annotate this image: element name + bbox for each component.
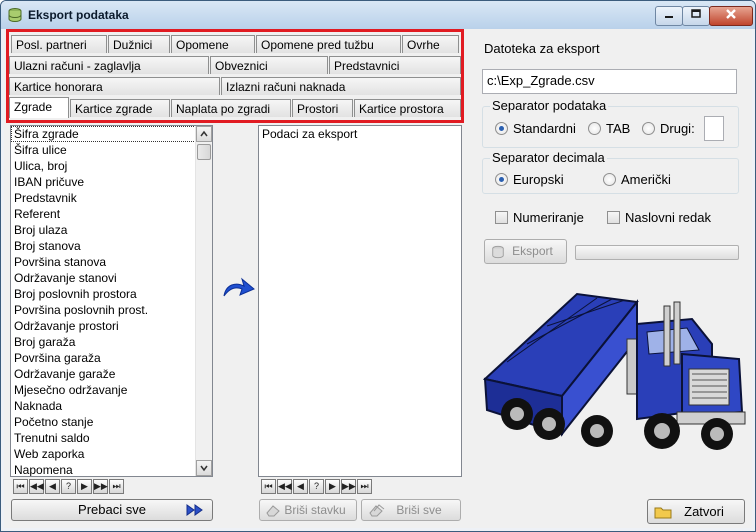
folder-icon xyxy=(654,507,672,519)
field-list-item[interactable]: Naknada xyxy=(11,398,212,414)
fields-items: Šifra zgrade Šifra ulice Ulica, broj IBAN p… xyxy=(11,126,212,476)
truck-illustration xyxy=(482,292,746,450)
export-file-label: Datoteka za eksport xyxy=(484,41,600,56)
nav-next-button[interactable]: ▶ xyxy=(325,479,340,494)
field-list-item[interactable]: Površina poslovnih prost. xyxy=(11,302,212,318)
radio-europski[interactable] xyxy=(495,173,508,186)
move-all-button[interactable]: Prebaci sve xyxy=(11,499,213,521)
field-list-item[interactable]: Šifra ulice xyxy=(11,142,212,158)
radio-americki-label: Američki xyxy=(621,172,671,187)
maximize-icon xyxy=(691,9,701,18)
decimal-separator-label: Separator decimala xyxy=(490,150,607,165)
scroll-up-button[interactable] xyxy=(196,126,212,142)
field-list-item[interactable]: Mjesečno održavanje xyxy=(11,382,212,398)
fields-navigator: ⏮ ◀◀ ◀? ▶ ▶▶ ⏭ xyxy=(13,479,125,497)
eraser-icon xyxy=(266,505,280,517)
field-list-item[interactable]: Broj stanova xyxy=(11,238,212,254)
header-row-label: Naslovni redak xyxy=(625,210,711,225)
field-list-item[interactable]: Površina garaža xyxy=(11,350,212,366)
delete-item-label: Briši stavku xyxy=(284,503,346,517)
radio-standardni[interactable] xyxy=(495,122,508,135)
close-window-button[interactable] xyxy=(709,6,753,26)
field-list-item[interactable]: Trenutni saldo xyxy=(11,430,212,446)
field-list-item[interactable]: Broj poslovnih prostora xyxy=(11,286,212,302)
scroll-down-button[interactable] xyxy=(196,460,212,476)
field-list-item[interactable]: Početno stanje xyxy=(11,414,212,430)
close-button[interactable]: Zatvori xyxy=(647,499,745,524)
delete-all-button[interactable]: Briši sve xyxy=(361,499,461,521)
nav-next-page-button[interactable]: ▶▶ xyxy=(341,479,356,494)
field-list-item[interactable]: Referent xyxy=(11,206,212,222)
nav-last-button[interactable]: ⏭ xyxy=(109,479,124,494)
radio-europski-label: Europski xyxy=(513,172,564,187)
field-list-item[interactable]: Održavanje garaže xyxy=(11,366,212,382)
nav-next-page-button[interactable]: ▶▶ xyxy=(93,479,108,494)
delete-all-label: Briši sve xyxy=(396,503,442,517)
export-button[interactable]: Eksport xyxy=(484,239,567,264)
fields-scrollbar[interactable] xyxy=(195,126,212,476)
export-window: Eksport podataka Posl. partneri Dužnici … xyxy=(0,0,756,532)
export-label: Eksport xyxy=(512,244,553,258)
nav-first-button[interactable]: ⏮ xyxy=(261,479,276,494)
field-list-item[interactable]: Površina stanova xyxy=(11,254,212,270)
data-separator-label: Separator podataka xyxy=(490,98,609,113)
move-all-label: Prebaci sve xyxy=(78,502,146,517)
delete-item-button[interactable]: Briši stavku xyxy=(259,499,357,521)
minimize-icon xyxy=(665,16,673,18)
tab-zgrade[interactable]: Zgrade xyxy=(9,97,69,118)
radio-drugi[interactable] xyxy=(642,122,655,135)
radio-drugi-label: Drugi: xyxy=(660,121,695,136)
field-list-item[interactable]: Web zaporka xyxy=(11,446,212,462)
field-list-item[interactable]: Broj ulaza xyxy=(11,222,212,238)
field-list-item[interactable]: IBAN pričuve xyxy=(11,174,212,190)
nav-prev-button[interactable]: ◀ xyxy=(45,479,60,494)
radio-tab[interactable] xyxy=(588,122,601,135)
nav-search-button[interactable]: ? xyxy=(309,479,324,494)
export-progress-bar xyxy=(575,245,739,260)
numbering-checkbox[interactable] xyxy=(495,211,508,224)
header-row-checkbox[interactable] xyxy=(607,211,620,224)
window-title: Eksport podataka xyxy=(28,8,129,22)
export-navigator: ⏮ ◀◀ ◀? ▶ ▶▶ ⏭ xyxy=(261,479,373,497)
radio-tab-label: TAB xyxy=(606,121,631,136)
field-list-item[interactable]: Broj garaža xyxy=(11,334,212,350)
minimize-button[interactable] xyxy=(655,6,683,26)
chevron-down-icon xyxy=(200,465,208,472)
export-list[interactable]: Podaci za eksport xyxy=(258,125,462,477)
field-list-item[interactable]: Napomena xyxy=(11,462,212,476)
numbering-label: Numeriranje xyxy=(513,210,584,225)
field-list-item[interactable]: Šifra zgrade xyxy=(11,126,212,142)
transfer-arrow-icon[interactable] xyxy=(220,276,256,300)
eraser-multi-icon xyxy=(369,504,385,517)
nav-next-button[interactable]: ▶ xyxy=(77,479,92,494)
radio-americki[interactable] xyxy=(603,173,616,186)
database-icon xyxy=(8,8,22,23)
fields-list[interactable]: Šifra zgrade Šifra ulice Ulica, broj IBAN p… xyxy=(10,125,213,477)
export-database-icon xyxy=(492,245,504,259)
nav-prev-page-button[interactable]: ◀◀ xyxy=(277,479,292,494)
radio-standardni-label: Standardni xyxy=(513,121,576,136)
field-list-item[interactable]: Predstavnik xyxy=(11,190,212,206)
tabs-highlight-frame xyxy=(6,29,464,123)
export-file-input[interactable]: c:\Exp_Zgrade.csv xyxy=(482,69,737,94)
scroll-thumb[interactable] xyxy=(197,144,211,160)
nav-prev-button[interactable]: ◀ xyxy=(293,479,308,494)
chevron-up-icon xyxy=(200,130,208,137)
field-list-item[interactable]: Održavanje stanovi xyxy=(11,270,212,286)
nav-last-button[interactable]: ⏭ xyxy=(357,479,372,494)
close-label: Zatvori xyxy=(684,504,724,519)
field-list-item[interactable]: Održavanje prostori xyxy=(11,318,212,334)
close-icon xyxy=(726,9,736,19)
title-bar: Eksport podataka xyxy=(1,1,755,29)
field-list-item[interactable]: Ulica, broj xyxy=(11,158,212,174)
export-list-header: Podaci za eksport xyxy=(262,127,358,141)
nav-first-button[interactable]: ⏮ xyxy=(13,479,28,494)
custom-separator-input[interactable] xyxy=(704,116,724,141)
double-arrow-right-icon xyxy=(186,504,203,516)
nav-search-button[interactable]: ? xyxy=(61,479,76,494)
maximize-button[interactable] xyxy=(682,6,710,26)
nav-prev-page-button[interactable]: ◀◀ xyxy=(29,479,44,494)
